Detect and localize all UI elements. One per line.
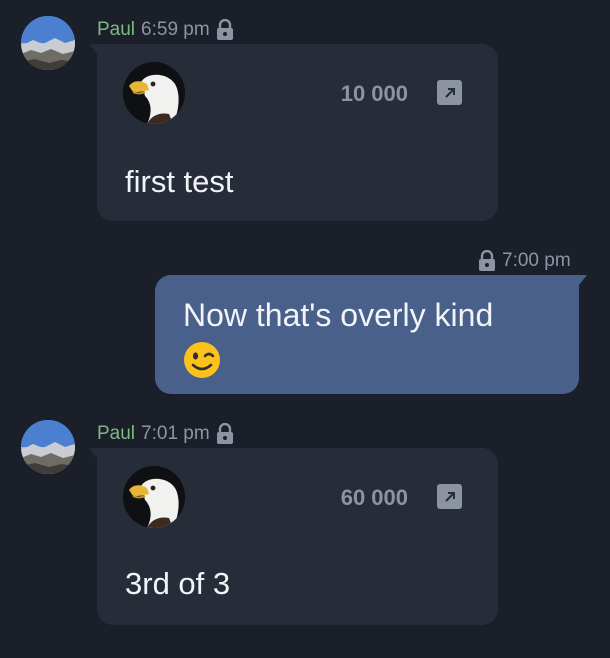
sender-avatar[interactable] bbox=[21, 420, 75, 474]
sender-name[interactable]: Paul bbox=[97, 423, 135, 445]
message-bubble[interactable]: 10 000 first test bbox=[89, 44, 498, 221]
timestamp: 7:00 pm bbox=[502, 250, 571, 271]
message-bubble[interactable]: Now that's overly kind bbox=[155, 275, 587, 394]
external-link-icon[interactable] bbox=[437, 484, 462, 509]
lock-icon bbox=[216, 422, 234, 445]
lock-icon bbox=[216, 18, 234, 41]
eagle-avatar bbox=[123, 62, 185, 124]
message-text: 3rd of 3 bbox=[125, 566, 231, 601]
timestamp: 6:59 pm bbox=[141, 19, 210, 40]
chat-view: Paul 6:59 pm 10 000 first test 7:00 pm N… bbox=[0, 0, 610, 658]
amount-value: 60 000 bbox=[340, 485, 408, 510]
message-text: Now that's overly kind bbox=[183, 297, 494, 333]
message-meta: Paul 7:01 pm bbox=[97, 422, 234, 445]
message-meta: 7:00 pm bbox=[478, 249, 571, 272]
amount-value: 10 000 bbox=[340, 81, 408, 106]
lock-icon bbox=[478, 249, 496, 272]
message-text: first test bbox=[125, 164, 234, 199]
external-link-icon[interactable] bbox=[437, 80, 462, 105]
message-bubble[interactable]: 60 000 3rd of 3 bbox=[89, 448, 498, 625]
message-meta: Paul 6:59 pm bbox=[97, 18, 234, 41]
sender-name[interactable]: Paul bbox=[97, 19, 135, 41]
timestamp: 7:01 pm bbox=[141, 423, 210, 444]
winking-face-emoji bbox=[183, 341, 221, 379]
sender-avatar[interactable] bbox=[21, 16, 75, 70]
eagle-avatar bbox=[123, 466, 185, 528]
